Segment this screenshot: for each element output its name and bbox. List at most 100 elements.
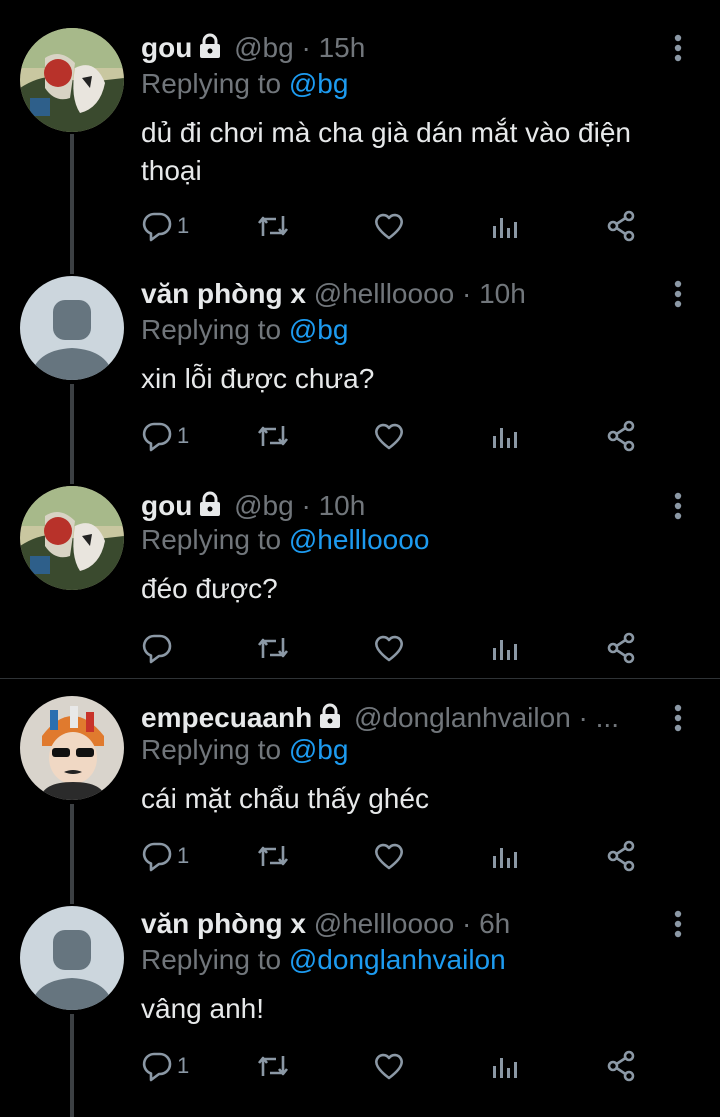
mention-link[interactable]: @hellloooo [289, 524, 430, 555]
display-name[interactable]: văn phòng x [141, 278, 306, 309]
separator: · [578, 702, 588, 733]
like-button[interactable] [373, 206, 405, 246]
person-photo-avatar [20, 696, 124, 800]
replying-to: Replying to @bg [141, 732, 348, 768]
retweet-button[interactable] [255, 628, 291, 668]
display-name[interactable]: gou [141, 490, 192, 521]
reply-button[interactable]: 1 [141, 416, 189, 456]
heart-icon [373, 420, 405, 452]
share-icon [605, 210, 637, 242]
reply-button[interactable]: 1 [141, 836, 189, 876]
reply-count: 1 [177, 213, 190, 238]
avatar[interactable] [20, 696, 124, 800]
share-button[interactable] [605, 1046, 637, 1086]
more-vertical-icon[interactable] [664, 488, 692, 524]
handle[interactable]: @bg [234, 32, 294, 63]
views-button[interactable] [491, 628, 519, 668]
handle[interactable]: @hellloooo [314, 908, 455, 939]
mention-link[interactable]: @donglanhvailon [289, 944, 506, 975]
retweet-icon [255, 420, 291, 452]
like-button[interactable] [373, 628, 405, 668]
timestamp[interactable]: 10h [479, 278, 526, 309]
retweet-icon [255, 1050, 291, 1082]
action-bar: 1 [141, 836, 641, 876]
tweet[interactable]: gou @bg · 10h Replying to @hellloooo đéo… [0, 458, 720, 676]
timestamp[interactable]: ... [596, 702, 619, 733]
share-icon [605, 840, 637, 872]
heart-icon [373, 210, 405, 242]
share-button[interactable] [605, 836, 637, 876]
action-bar: 1 [141, 1046, 641, 1086]
lock-icon [198, 32, 222, 68]
display-name[interactable]: gou [141, 32, 192, 63]
reply-count: 1 [177, 1053, 190, 1078]
analytics-icon [491, 420, 519, 452]
handle[interactable]: @donglanhvailon [354, 702, 571, 733]
timestamp[interactable]: 15h [319, 32, 366, 63]
reply-icon [141, 1050, 173, 1082]
analytics-icon [491, 840, 519, 872]
heart-icon [373, 1050, 405, 1082]
reply-icon [141, 210, 173, 242]
reply-button[interactable]: 1 [141, 1046, 189, 1086]
tweet-text: dủ đi chơi mà cha già dán mắt vào điện t… [141, 117, 631, 186]
share-button[interactable] [605, 416, 637, 456]
reply-button[interactable] [141, 628, 177, 668]
reply-button[interactable]: 1 [141, 206, 189, 246]
action-bar: 1 [141, 206, 641, 246]
share-icon [605, 1050, 637, 1082]
timestamp[interactable]: 6h [479, 908, 510, 939]
tweet[interactable]: gou @bg · 15h Replying to @bg dủ đi chơi… [0, 0, 720, 246]
replying-label: Replying to [141, 68, 282, 99]
like-button[interactable] [373, 836, 405, 876]
share-button[interactable] [605, 206, 637, 246]
more-vertical-icon[interactable] [664, 30, 692, 66]
retweet-icon [255, 632, 291, 664]
like-button[interactable] [373, 416, 405, 456]
handle[interactable]: @hellloooo [314, 278, 455, 309]
tweet-text: vâng anh! [141, 993, 264, 1024]
timestamp[interactable]: 10h [319, 490, 366, 521]
mention-link[interactable]: @bg [289, 68, 349, 99]
views-button[interactable] [491, 836, 519, 876]
replying-to: Replying to @bg [141, 66, 348, 102]
avatar[interactable] [20, 906, 124, 1010]
separator: · [462, 908, 472, 939]
tweet[interactable]: empecuaanh @donglanhvailon · ... Replyin… [0, 668, 720, 878]
tweet-text: cái mặt chẩu thấy ghéc [141, 783, 429, 814]
mention-link[interactable]: @bg [289, 734, 349, 765]
avatar[interactable] [20, 276, 124, 380]
tweet[interactable]: văn phòng x @hellloooo · 10h Replying to… [0, 248, 720, 456]
like-button[interactable] [373, 1046, 405, 1086]
views-button[interactable] [491, 1046, 519, 1086]
action-bar [141, 628, 641, 668]
tweet[interactable]: văn phòng x @hellloooo · 6h Replying to … [0, 878, 720, 1088]
more-vertical-icon[interactable] [664, 700, 692, 736]
timeline: gou @bg · 15h Replying to @bg dủ đi chơi… [0, 0, 720, 1117]
more-vertical-icon[interactable] [664, 906, 692, 942]
reply-icon [141, 840, 173, 872]
retweet-button[interactable] [255, 206, 291, 246]
mention-link[interactable]: @bg [289, 314, 349, 345]
analytics-icon [491, 632, 519, 664]
heart-icon [373, 632, 405, 664]
analytics-icon [491, 210, 519, 242]
avatar[interactable] [20, 28, 124, 132]
share-icon [605, 632, 637, 664]
handle[interactable]: @bg [234, 490, 294, 521]
retweet-button[interactable] [255, 1046, 291, 1086]
display-name[interactable]: empecuaanh [141, 702, 312, 733]
default-avatar [20, 276, 124, 380]
more-vertical-icon[interactable] [664, 276, 692, 312]
replying-to: Replying to @hellloooo [141, 522, 429, 558]
retweet-button[interactable] [255, 416, 291, 456]
display-name[interactable]: văn phòng x [141, 908, 306, 939]
replying-to: Replying to @donglanhvailon [141, 942, 506, 978]
share-button[interactable] [605, 628, 637, 668]
anime-illustration-avatar [20, 28, 124, 132]
tweet-text: xin lỗi được chưa? [141, 363, 375, 394]
avatar[interactable] [20, 486, 124, 590]
views-button[interactable] [491, 206, 519, 246]
retweet-button[interactable] [255, 836, 291, 876]
views-button[interactable] [491, 416, 519, 456]
